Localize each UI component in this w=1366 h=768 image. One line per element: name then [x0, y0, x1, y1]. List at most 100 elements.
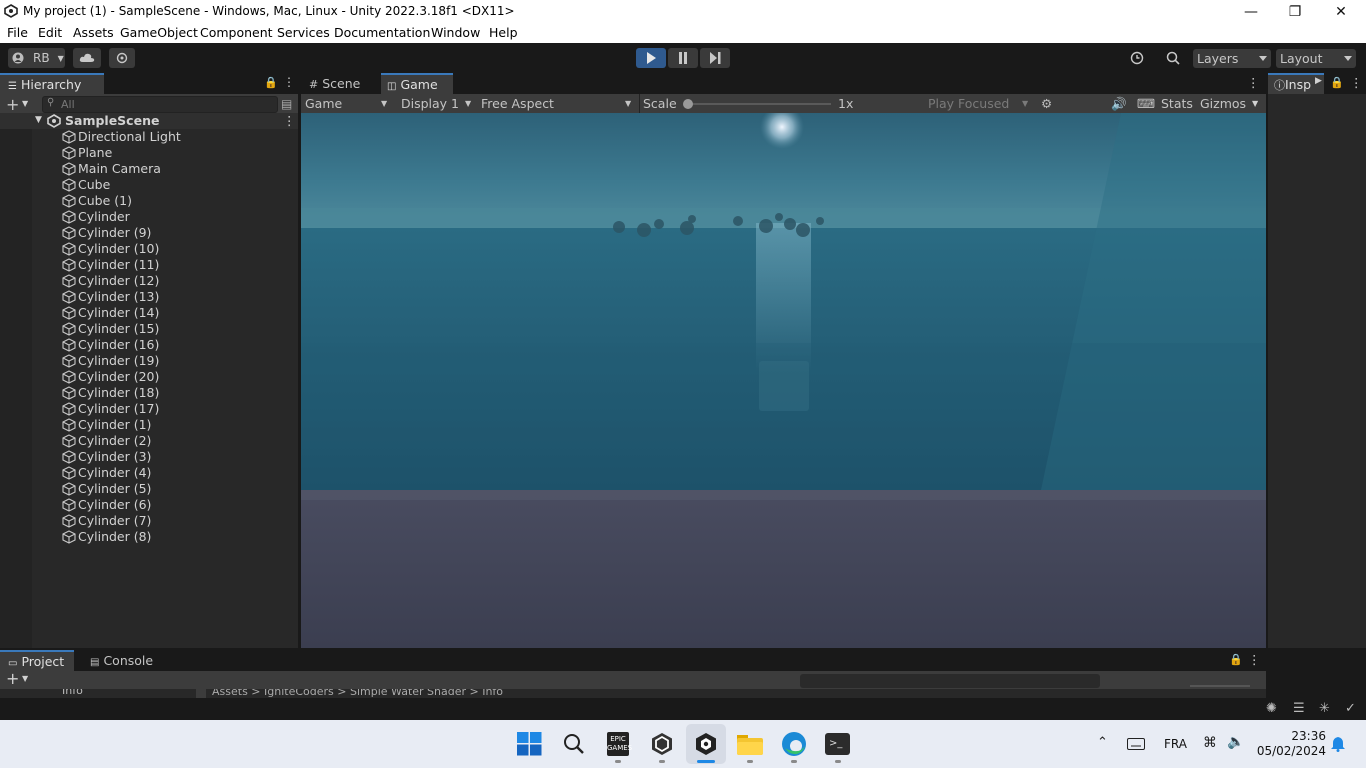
start-icon[interactable]: [517, 732, 542, 756]
history-button[interactable]: [1124, 48, 1150, 68]
audio-icon[interactable]: 🔊: [1111, 94, 1127, 113]
menu-gameobject[interactable]: GameObject: [120, 25, 198, 40]
keyboard-icon[interactable]: ⌨: [1137, 94, 1155, 113]
expand-arrow-icon[interactable]: ▼: [35, 115, 42, 125]
game-mode-dropdown[interactable]: Game ▼: [305, 94, 389, 113]
keyboard-icon[interactable]: [1127, 738, 1145, 750]
menu-help[interactable]: Help: [489, 25, 518, 40]
chevron-down-icon[interactable]: ▼: [22, 674, 28, 683]
more-options-icon[interactable]: ⋮: [283, 113, 296, 128]
chevron-down-icon: ▼: [625, 99, 632, 108]
search-button[interactable]: [1160, 48, 1186, 68]
layout-dropdown[interactable]: Layout: [1276, 49, 1356, 68]
running-indicator: [747, 760, 753, 763]
breadcrumb: Assets > IgniteCoders > Simple Water Sha…: [212, 689, 504, 698]
menu-assets[interactable]: Assets: [73, 25, 114, 40]
clock-time: 23:36: [1291, 729, 1326, 743]
hierarchy-gutter: [0, 116, 32, 648]
icon-size-slider[interactable]: [1190, 685, 1250, 687]
running-indicator: [835, 760, 841, 763]
scale-slider-thumb[interactable]: [683, 99, 693, 109]
debug-icon[interactable]: ✺: [1266, 701, 1277, 716]
add-icon[interactable]: +: [6, 669, 19, 688]
pause-button[interactable]: [668, 48, 698, 68]
chevron-down-icon[interactable]: ▼: [1252, 99, 1258, 108]
menu-services[interactable]: Services: [277, 25, 330, 40]
lock-icon[interactable]: 🔒: [1330, 76, 1344, 89]
restore-button[interactable]: ❐: [1272, 0, 1318, 23]
minimize-button[interactable]: —: [1228, 0, 1274, 23]
language-indicator[interactable]: FRA: [1164, 737, 1187, 751]
aspect-dropdown[interactable]: Free Aspect ▼: [481, 94, 633, 113]
chevron-up-icon[interactable]: ⌃: [1097, 735, 1108, 750]
edge-icon[interactable]: [781, 731, 807, 757]
file-explorer-icon[interactable]: [737, 733, 763, 755]
scale-value: 1x: [838, 96, 854, 111]
more-options-icon[interactable]: ⋮: [1248, 652, 1261, 667]
wifi-icon[interactable]: ⌘: [1203, 735, 1217, 751]
main-toolbar: RB ▼ Layers Layout: [0, 43, 1366, 73]
auto-generate-icon[interactable]: ✳: [1319, 701, 1330, 716]
bug-icon[interactable]: ⚙: [1041, 94, 1052, 113]
menu-file[interactable]: File: [7, 25, 28, 40]
step-icon: [710, 52, 721, 64]
layers-dropdown[interactable]: Layers: [1193, 49, 1271, 68]
clock[interactable]: 23:36 05/02/2024: [1256, 729, 1326, 759]
lock-icon[interactable]: 🔒: [1229, 653, 1243, 666]
menu-window[interactable]: Window: [431, 25, 480, 40]
scene-visibility-icon[interactable]: ▤: [281, 97, 292, 111]
gameobject-cube-icon: [62, 338, 76, 352]
gameobject-cube-icon: [62, 466, 76, 480]
account-button[interactable]: RB ▼: [8, 48, 65, 68]
terminal-icon[interactable]: >_: [825, 733, 850, 755]
minimize-icon: —: [1244, 3, 1258, 20]
tab-project[interactable]: ▭ Project: [0, 650, 74, 671]
tab-console[interactable]: ▤ Console: [84, 650, 164, 671]
scene-row[interactable]: ▼ SampleScene ⋮: [0, 113, 298, 129]
project-search-input[interactable]: [800, 674, 1100, 688]
menu-documentation[interactable]: Documentation: [334, 25, 430, 40]
stats-button[interactable]: Stats: [1161, 94, 1193, 113]
tab-game[interactable]: ◫ Game: [381, 73, 453, 94]
hierarchy-search-input[interactable]: ⚲ All: [42, 96, 278, 113]
hierarchy-item-label: Cylinder (18): [78, 385, 160, 400]
chevron-down-icon: ▼: [57, 53, 64, 63]
chevron-down-icon: ▼: [465, 99, 472, 108]
hierarchy-item-label: Cylinder (19): [78, 353, 160, 368]
add-icon[interactable]: +: [6, 95, 19, 114]
game-render[interactable]: [301, 113, 1266, 648]
step-button[interactable]: [700, 48, 730, 68]
menu-component[interactable]: Component: [200, 25, 273, 40]
gizmos-button[interactable]: Gizmos: [1200, 94, 1246, 113]
tab-inspector-label: Insp: [1285, 77, 1312, 92]
more-options-icon[interactable]: ⋮: [1350, 75, 1363, 90]
hierarchy-item-label: Cylinder (3): [78, 449, 152, 464]
splitter[interactable]: [196, 689, 206, 698]
unity-hub-icon[interactable]: [650, 732, 674, 756]
volume-icon[interactable]: 🔈: [1227, 734, 1244, 750]
more-options-icon[interactable]: ⋮: [1247, 75, 1260, 90]
notification-bell-icon[interactable]: [1330, 736, 1346, 752]
scale-slider[interactable]: [683, 99, 831, 109]
more-options-icon[interactable]: ⋮: [283, 75, 295, 89]
hierarchy-item-label: Directional Light: [78, 129, 181, 144]
tab-hierarchy[interactable]: ☰ Hierarchy: [0, 73, 104, 94]
epic-games-icon[interactable]: EPIC GAMES: [607, 732, 632, 756]
close-button[interactable]: ✕: [1318, 0, 1364, 23]
menu-edit[interactable]: Edit: [38, 25, 62, 40]
chevron-down-icon[interactable]: ▼: [22, 99, 28, 108]
play-button[interactable]: [636, 48, 666, 68]
cloud-button[interactable]: [73, 48, 101, 68]
folder-tree-item[interactable]: Info: [62, 689, 83, 697]
hierarchy-item-label: Plane: [78, 145, 113, 160]
search-icon[interactable]: [563, 733, 585, 755]
stack-icon[interactable]: ☰: [1293, 701, 1305, 716]
chevron-right-icon[interactable]: ▶: [1315, 76, 1322, 86]
check-icon[interactable]: ✓: [1345, 701, 1356, 716]
tab-scene[interactable]: # Scene: [303, 73, 373, 94]
unity-editor-icon[interactable]: [694, 732, 718, 756]
display-dropdown[interactable]: Display 1 ▼: [401, 94, 473, 113]
collab-button[interactable]: [109, 48, 135, 68]
lock-icon[interactable]: 🔒: [264, 76, 278, 89]
play-focus-dropdown[interactable]: Play Focused ▼: [928, 94, 1030, 113]
